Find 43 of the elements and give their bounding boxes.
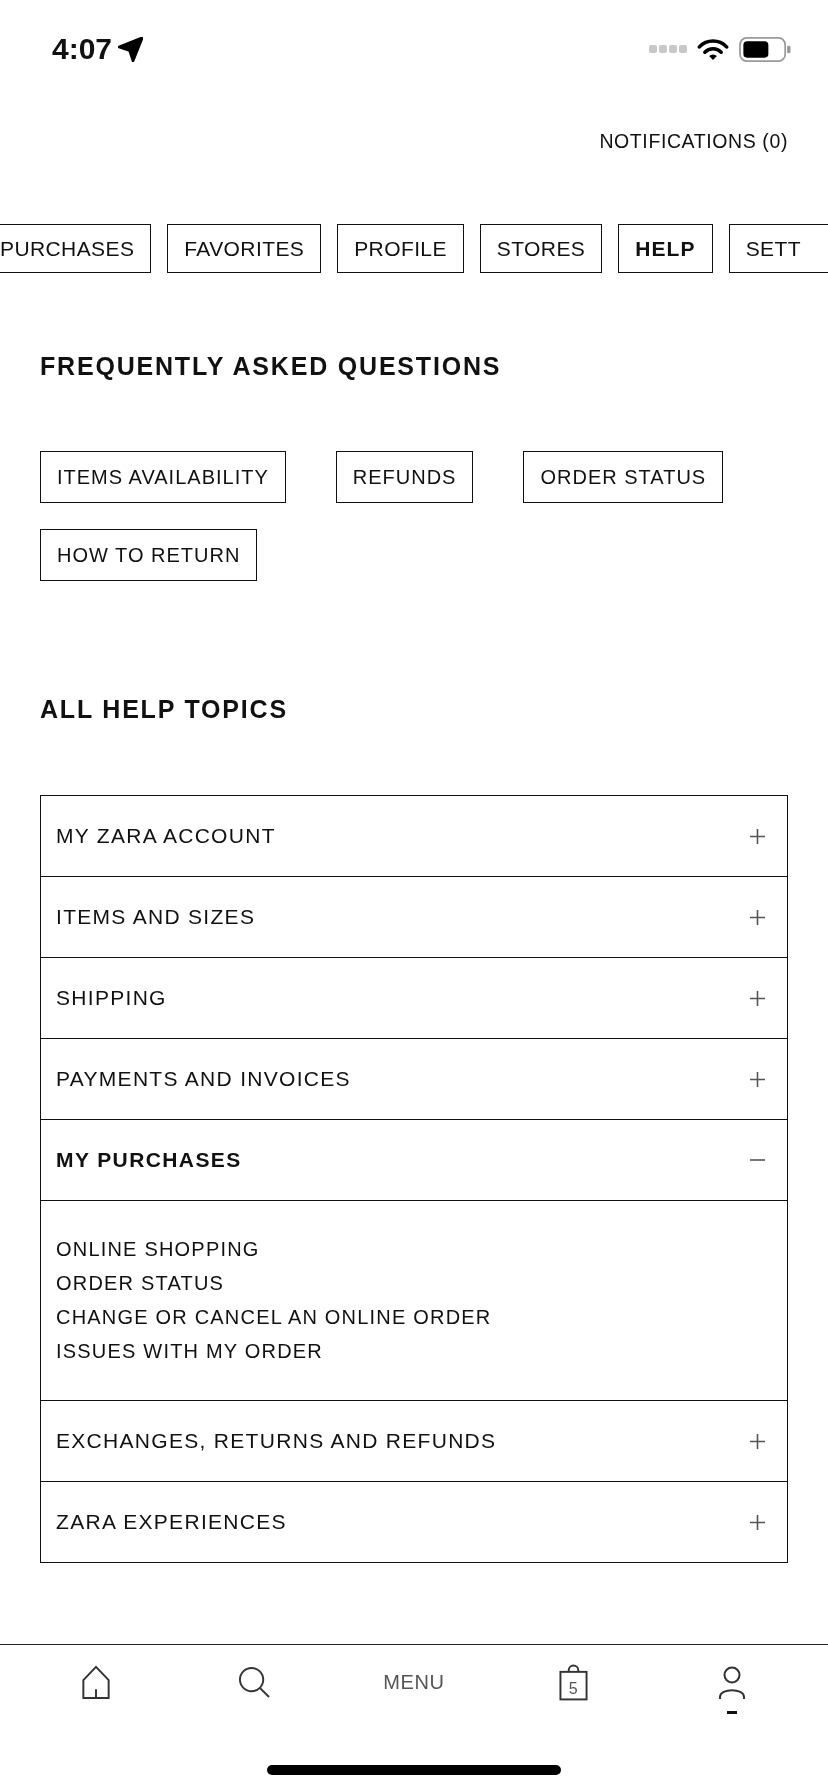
status-time: 4:07 <box>52 32 113 66</box>
nav-tab[interactable]: FAVORITES <box>167 224 322 273</box>
menu-tab[interactable]: MENU <box>383 1664 445 1714</box>
section-title: FREQUENTLY ASKED QUESTIONS <box>40 351 503 381</box>
topic-row[interactable]: EXCHANGES, RETURNS AND REFUNDS <box>41 1401 787 1481</box>
nav-tab[interactable]: PROFILE <box>337 224 464 273</box>
shopping-bag-icon <box>558 1664 588 1701</box>
notifications-link[interactable]: NOTIFICATIONS (0) <box>599 129 788 153</box>
topic-row[interactable]: SHIPPING <box>41 958 787 1038</box>
section-title: ALL HELP TOPICS <box>40 694 289 724</box>
topic-row[interactable]: MY PURCHASES <box>41 1120 787 1200</box>
plus-icon <box>750 990 765 1006</box>
wifi-icon <box>697 37 729 61</box>
nav-tab[interactable]: SETT <box>728 224 828 273</box>
topic-row[interactable]: PAYMENTS AND INVOICES <box>41 1039 787 1119</box>
search-icon <box>238 1666 272 1699</box>
topic-link[interactable]: ONLINE SHOPPING <box>56 1232 260 1266</box>
plus-icon <box>750 909 765 925</box>
nav-tab[interactable]: STORES <box>479 224 603 273</box>
faq-shortcut[interactable]: REFUNDS <box>335 451 474 503</box>
plus-icon <box>750 828 765 844</box>
topic-link[interactable]: CHANGE OR CANCEL AN ONLINE ORDER <box>56 1300 492 1334</box>
person-icon <box>718 1665 747 1700</box>
topic-row[interactable]: ZARA EXPERIENCES <box>41 1482 787 1562</box>
plus-icon <box>750 1514 765 1530</box>
faq-shortcut[interactable]: ORDER STATUS <box>523 451 724 503</box>
plus-icon <box>750 1433 765 1449</box>
signal-icon <box>649 45 687 53</box>
topic-row[interactable]: MY ZARA ACCOUNT <box>41 796 787 876</box>
bag-tab[interactable]: 5 <box>558 1664 588 1714</box>
faq-shortcut[interactable]: ITEMS AVAILABILITY <box>40 451 286 503</box>
nav-tab[interactable]: HELP <box>618 224 713 273</box>
battery-icon <box>739 36 791 62</box>
nav-tab[interactable]: PURCHASES <box>0 224 152 273</box>
bag-count: 5 <box>567 1680 579 1698</box>
topic-row[interactable]: ITEMS AND SIZES <box>41 877 787 957</box>
location-arrow-icon <box>118 36 144 62</box>
topic-link[interactable]: ORDER STATUS <box>56 1266 225 1300</box>
faq-shortcut[interactable]: HOW TO RETURN <box>40 529 258 581</box>
home-icon <box>80 1665 111 1700</box>
minus-icon <box>750 1159 765 1161</box>
topic-link[interactable]: ISSUES WITH MY ORDER <box>56 1334 323 1368</box>
plus-icon <box>750 1071 765 1087</box>
